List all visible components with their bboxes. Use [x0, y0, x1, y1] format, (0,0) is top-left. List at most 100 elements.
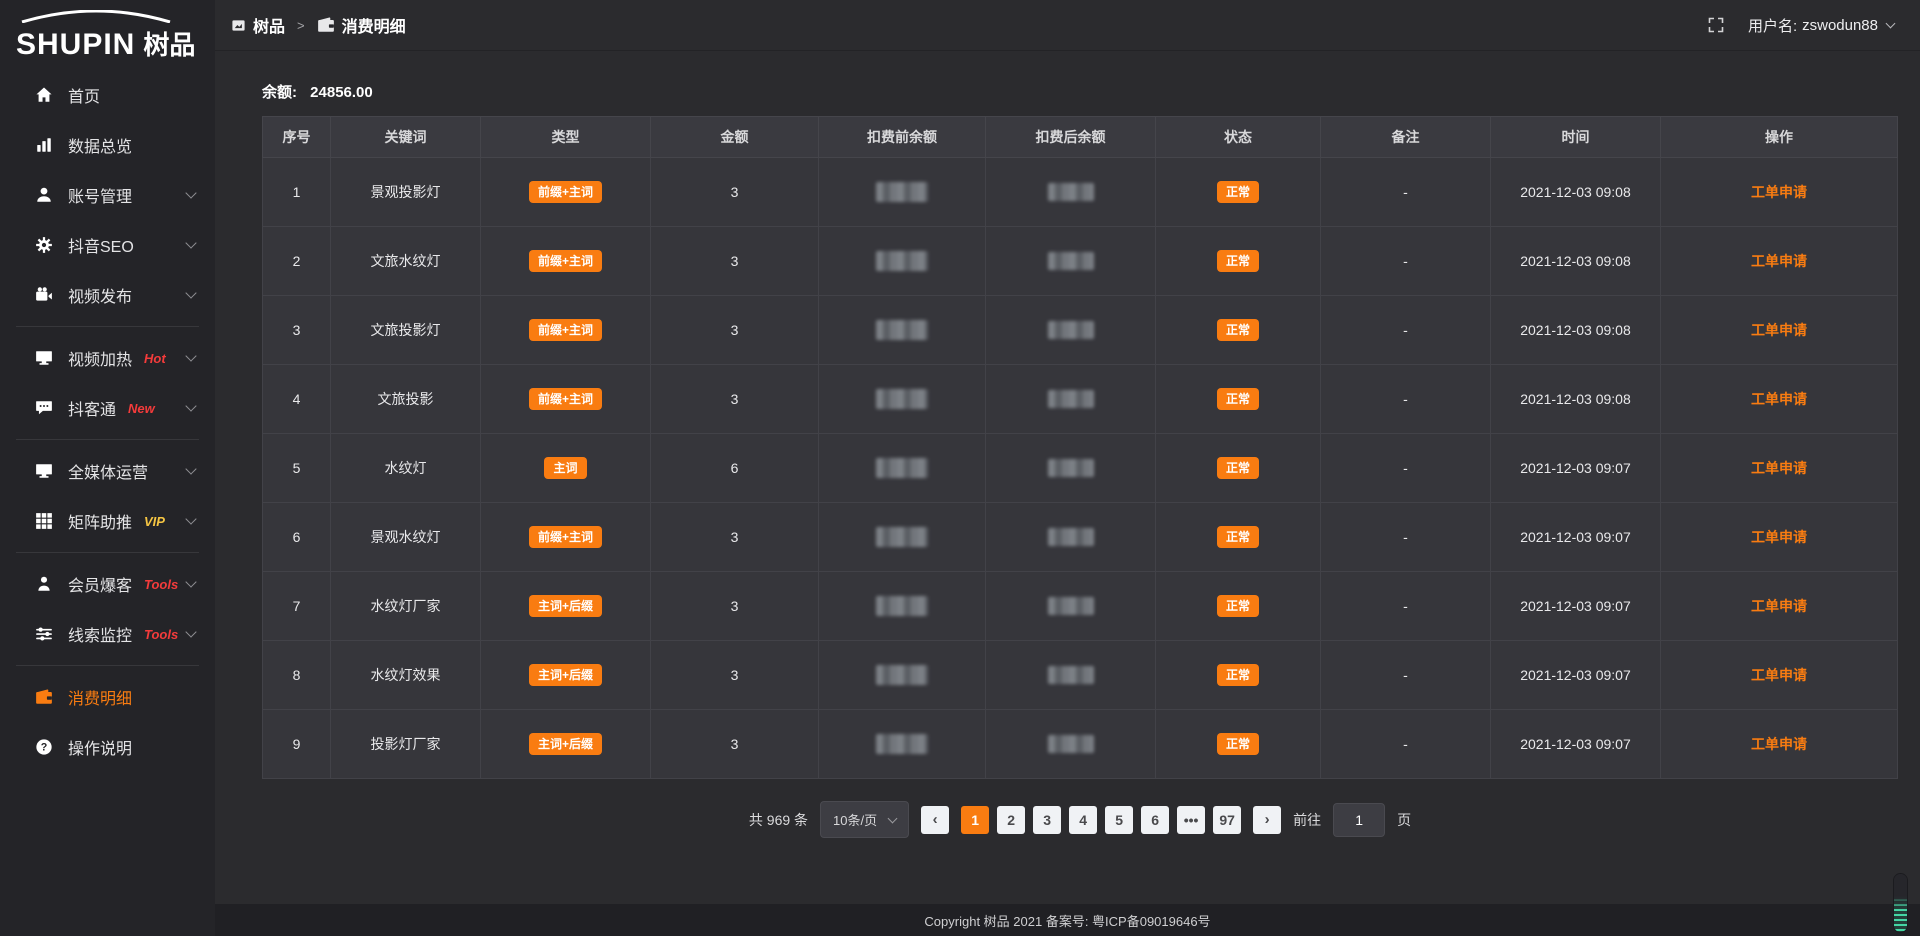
chevron-down-icon [185, 576, 196, 587]
cell-balance-after [986, 572, 1156, 641]
scroll-widget[interactable] [1894, 874, 1907, 932]
cell-balance-before [819, 710, 986, 779]
table-header-row: 序号关键词类型金额扣费前余额扣费后余额状态备注时间操作 [263, 117, 1898, 158]
work-order-link[interactable]: 工单申请 [1751, 598, 1807, 614]
masked-balance-before [876, 734, 928, 754]
work-order-link[interactable]: 工单申请 [1751, 529, 1807, 545]
sidebar-item-label: 抖客通 [68, 396, 116, 420]
sidebar-item-instructions[interactable]: ?操作说明 [0, 722, 215, 772]
user-menu[interactable]: 用户名: zswodun88 [1748, 15, 1894, 36]
more-pages-button[interactable]: ••• [1177, 806, 1205, 834]
masked-balance-before [876, 182, 928, 202]
cell-balance-after [986, 227, 1156, 296]
page-button-3[interactable]: 3 [1033, 806, 1061, 834]
member-icon [34, 575, 53, 594]
cell-index: 3 [263, 296, 331, 365]
masked-balance-after [1048, 666, 1094, 684]
cell-time: 2021-12-03 09:07 [1491, 503, 1661, 572]
cell-balance-after [986, 710, 1156, 779]
cell-balance-after [986, 365, 1156, 434]
column-header-10: 操作 [1661, 117, 1898, 158]
status-badge: 正常 [1217, 457, 1259, 479]
cell-remark: - [1321, 710, 1491, 779]
work-order-link[interactable]: 工单申请 [1751, 667, 1807, 683]
cell-remark: - [1321, 158, 1491, 227]
sidebar-item-consumption-detail[interactable]: 消费明细 [0, 672, 215, 722]
sidebar-item-video-heat[interactable]: 视频加热Hot [0, 333, 215, 383]
breadcrumb-item-home[interactable]: 树品 [231, 13, 285, 37]
work-order-link[interactable]: 工单申请 [1751, 184, 1807, 200]
prev-page-button[interactable]: ‹ [921, 806, 949, 834]
sidebar-item-member-burst[interactable]: 会员爆客Tools [0, 559, 215, 609]
cell-index: 4 [263, 365, 331, 434]
fullscreen-icon[interactable] [1708, 17, 1724, 33]
sidebar-item-label: 线索监控 [68, 622, 132, 646]
sidebar-item-matrix-boost[interactable]: 矩阵助推VIP [0, 496, 215, 546]
next-page-button[interactable]: › [1253, 806, 1281, 834]
status-badge: 正常 [1217, 319, 1259, 341]
goto-page-input[interactable] [1333, 803, 1385, 837]
username-value: zswodun88 [1802, 17, 1878, 34]
work-order-link[interactable]: 工单申请 [1751, 391, 1807, 407]
cell-time: 2021-12-03 09:07 [1491, 572, 1661, 641]
svg-text:?: ? [40, 742, 47, 754]
wallet-icon [34, 688, 53, 707]
sidebar-item-home[interactable]: 首页 [0, 70, 215, 120]
page-button-97[interactable]: 97 [1213, 806, 1241, 834]
cell-action: 工单申请 [1661, 227, 1898, 296]
menu-badge: New [128, 401, 155, 416]
sidebar-item-omni-media[interactable]: 全媒体运营 [0, 446, 215, 496]
cell-balance-after [986, 641, 1156, 710]
pagination: 共 969 条 10条/页 ‹ 123456•••97 › 前往 页 [262, 801, 1898, 838]
status-badge: 正常 [1217, 526, 1259, 548]
cell-keyword: 投影灯厂家 [331, 710, 481, 779]
chevron-down-icon [185, 463, 196, 474]
page-button-5[interactable]: 5 [1105, 806, 1133, 834]
cell-time: 2021-12-03 09:08 [1491, 227, 1661, 296]
cell-type: 主词 [481, 434, 651, 503]
cell-action: 工单申请 [1661, 572, 1898, 641]
work-order-link[interactable]: 工单申请 [1751, 322, 1807, 338]
cell-type: 前缀+主词 [481, 227, 651, 296]
cell-balance-before [819, 503, 986, 572]
menu-badge: VIP [144, 514, 165, 529]
sidebar-item-data-overview[interactable]: 数据总览 [0, 120, 215, 170]
work-order-link[interactable]: 工单申请 [1751, 253, 1807, 269]
cell-index: 2 [263, 227, 331, 296]
sidebar-item-account-management[interactable]: 账号管理 [0, 170, 215, 220]
page-button-6[interactable]: 6 [1141, 806, 1169, 834]
consumption-table: 序号关键词类型金额扣费前余额扣费后余额状态备注时间操作 1景观投影灯前缀+主词3… [262, 116, 1898, 779]
chevron-down-icon [1886, 19, 1896, 29]
page-size-select[interactable]: 10条/页 [820, 801, 909, 838]
type-badge: 前缀+主词 [529, 319, 602, 341]
sidebar-item-douyin-seo[interactable]: 抖音SEO [0, 220, 215, 270]
masked-balance-after [1048, 252, 1094, 270]
cell-keyword: 文旅水纹灯 [331, 227, 481, 296]
cell-amount: 3 [651, 158, 819, 227]
page-button-2[interactable]: 2 [997, 806, 1025, 834]
topbar-right: 用户名: zswodun88 [1708, 15, 1894, 36]
cell-time: 2021-12-03 09:08 [1491, 158, 1661, 227]
topbar: 树品 > 消费明细 用户名: zswodun88 [215, 0, 1920, 51]
app-logo[interactable]: SHUPIN 树品 [0, 0, 215, 66]
main-column: 树品 > 消费明细 用户名: zswodun88 余额: 24 [215, 0, 1920, 936]
sidebar-item-douketong[interactable]: 抖客通 New [0, 383, 215, 433]
chevron-down-icon [185, 350, 196, 361]
sidebar-item-video-publish[interactable]: 视频发布 [0, 270, 215, 320]
cell-time: 2021-12-03 09:07 [1491, 710, 1661, 779]
cell-index: 1 [263, 158, 331, 227]
cell-status: 正常 [1156, 434, 1321, 503]
cell-index: 7 [263, 572, 331, 641]
sidebar-item-clue-monitor[interactable]: 线索监控Tools [0, 609, 215, 659]
work-order-link[interactable]: 工单申请 [1751, 736, 1807, 752]
page-button-1[interactable]: 1 [961, 806, 989, 834]
cell-type: 主词+后缀 [481, 710, 651, 779]
cell-keyword: 景观水纹灯 [331, 503, 481, 572]
cell-keyword: 水纹灯厂家 [331, 572, 481, 641]
page-button-4[interactable]: 4 [1069, 806, 1097, 834]
table-row: 5水纹灯主词6正常-2021-12-03 09:07工单申请 [263, 434, 1898, 503]
cell-time: 2021-12-03 09:07 [1491, 434, 1661, 503]
work-order-link[interactable]: 工单申请 [1751, 460, 1807, 476]
cell-status: 正常 [1156, 572, 1321, 641]
wallet-icon [317, 16, 335, 34]
